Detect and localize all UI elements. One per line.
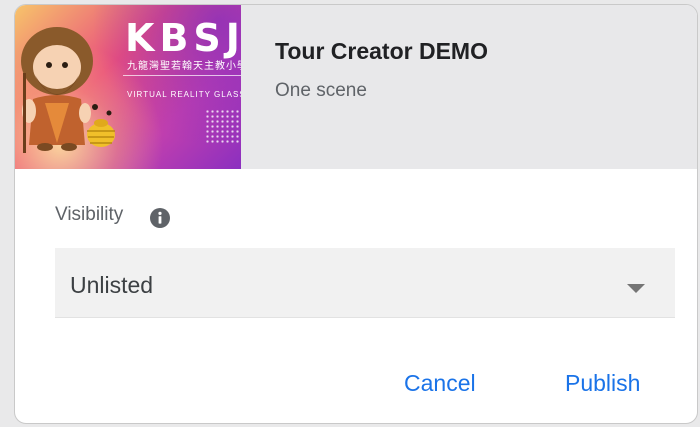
- thumbnail-subtitle-chinese: 九龍灣聖若翰天主教小學: [127, 61, 241, 72]
- dropdown-arrow-icon: [627, 284, 645, 293]
- tour-title: Tour Creator DEMO: [275, 38, 488, 64]
- visibility-selected-value: Unlisted: [70, 272, 154, 298]
- thumbnail-dot-pattern: [205, 109, 241, 145]
- visibility-dropdown[interactable]: Unlisted: [55, 248, 675, 318]
- cancel-button[interactable]: Cancel: [404, 370, 476, 397]
- tour-thumbnail: KBSJB 九龍灣聖若翰天主教小學 VIRTUAL REALITY GLASSE…: [15, 5, 241, 169]
- thumbnail-divider: [123, 75, 241, 76]
- thumbnail-brand: KBSJB: [125, 16, 241, 60]
- tour-header: KBSJB 九龍灣聖若翰天主教小學 VIRTUAL REALITY GLASSE…: [15, 5, 697, 169]
- mascot-illustration: [21, 27, 115, 153]
- tour-scene-count: One scene: [275, 80, 367, 101]
- thumbnail-subtitle-vr: VIRTUAL REALITY GLASSES: [127, 90, 241, 99]
- info-icon[interactable]: [149, 207, 171, 229]
- visibility-label: Visibility: [55, 204, 124, 225]
- publish-dialog: KBSJB 九龍灣聖若翰天主教小學 VIRTUAL REALITY GLASSE…: [14, 4, 698, 424]
- publish-button[interactable]: Publish: [565, 370, 640, 397]
